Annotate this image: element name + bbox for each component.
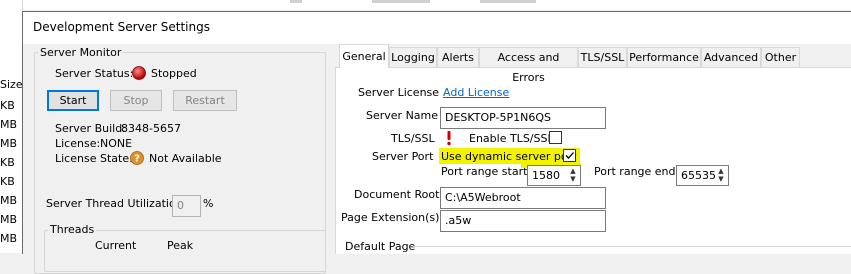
tab-alerts[interactable]: Alerts [437, 47, 479, 67]
window-title: Development Server Settings [33, 20, 210, 34]
size-cell: KB [0, 175, 15, 188]
size-cell: MB [0, 118, 18, 131]
tab-performance[interactable]: Performance [627, 47, 701, 67]
tab-other[interactable]: Other [761, 47, 800, 67]
server-build-value: 8348-5657 [121, 122, 181, 135]
port-range-end-value: 65535 [681, 169, 716, 182]
stop-button[interactable]: Stop [110, 90, 162, 111]
server-license-label: Server License [358, 86, 440, 99]
thread-utilization-label: Server Thread Utilization: [46, 197, 187, 210]
add-license-link[interactable]: Add License [443, 86, 509, 99]
license-state-value: Not Available [149, 152, 222, 165]
port-range-end-spinner[interactable]: 65535 ▲ ▼ [676, 165, 729, 186]
threads-group-title: Threads [48, 223, 97, 236]
size-cell: KB [0, 99, 15, 112]
checkmark-icon [565, 152, 574, 159]
status-stopped-icon [132, 66, 146, 80]
tab-advanced[interactable]: Advanced [701, 47, 761, 67]
threads-peak-header: Peak [167, 239, 194, 252]
background-tab-marker [372, 0, 430, 3]
server-name-field[interactable]: DESKTOP-5P1N6QS [440, 107, 606, 129]
size-cell: MB [0, 232, 18, 245]
tab-logging[interactable]: Logging [389, 47, 437, 67]
warning-exclamation-icon [444, 130, 454, 146]
server-monitor-group-title: Server Monitor [38, 46, 124, 59]
spinner-arrows-icon[interactable]: ▲ ▼ [716, 167, 726, 183]
document-root-field[interactable]: C:\A5Webroot [440, 187, 606, 209]
help-question-icon: ? [130, 151, 144, 165]
license-state-label: License State: [55, 152, 133, 165]
size-cell: MB [0, 213, 18, 226]
size-cell: MB [0, 137, 18, 150]
size-cell: KB [0, 156, 15, 169]
spinner-arrows-icon[interactable]: ▲ ▼ [568, 167, 578, 183]
license-value: NONE [100, 137, 133, 150]
server-name-label: Server Name [366, 109, 439, 122]
page-extension-field[interactable]: .a5w [440, 210, 606, 232]
thread-utilization-field: 0 [172, 195, 201, 217]
port-range-start-spinner[interactable]: 1580 ▲ ▼ [527, 165, 581, 186]
server-port-label: Server Port [372, 150, 434, 163]
background-tab-marker [480, 0, 536, 3]
enable-tls-checkbox[interactable] [549, 131, 562, 144]
tab-general[interactable]: General [339, 44, 389, 68]
server-status-value: Stopped [151, 67, 197, 80]
svg-text:?: ? [134, 154, 140, 165]
document-root-label: Document Root [354, 188, 440, 201]
tab-access-and-errors[interactable]: Access and Errors [479, 47, 578, 84]
restart-button[interactable]: Restart [173, 90, 237, 111]
port-range-start-value: 1580 [532, 169, 560, 182]
tab-tls-ssl[interactable]: TLS/SSL [578, 47, 627, 67]
size-column-header: Size [0, 78, 23, 91]
page-extension-label: Page Extension(s) [341, 211, 440, 224]
license-label: License: [55, 137, 101, 150]
threads-current-header: Current [95, 239, 137, 252]
size-cell: MB [0, 194, 18, 207]
background-tab-marker [290, 0, 302, 3]
default-page-label: Default Page [345, 240, 416, 253]
port-range-start-label: Port range start: [441, 165, 532, 178]
server-build-label: Server Build: [55, 122, 126, 135]
dynamic-port-checkbox[interactable] [563, 149, 576, 162]
port-range-end-label: Port range end: [594, 165, 680, 178]
start-button[interactable]: Start [47, 90, 99, 111]
default-page-divider [413, 246, 851, 247]
thread-utilization-unit: % [203, 197, 214, 210]
dynamic-port-label: Use dynamic server port [441, 150, 577, 163]
server-status-label: Server Status: [55, 67, 134, 80]
tls-ssl-label: TLS/SSL [391, 132, 435, 145]
enable-tls-label: Enable TLS/SSL [469, 132, 554, 145]
